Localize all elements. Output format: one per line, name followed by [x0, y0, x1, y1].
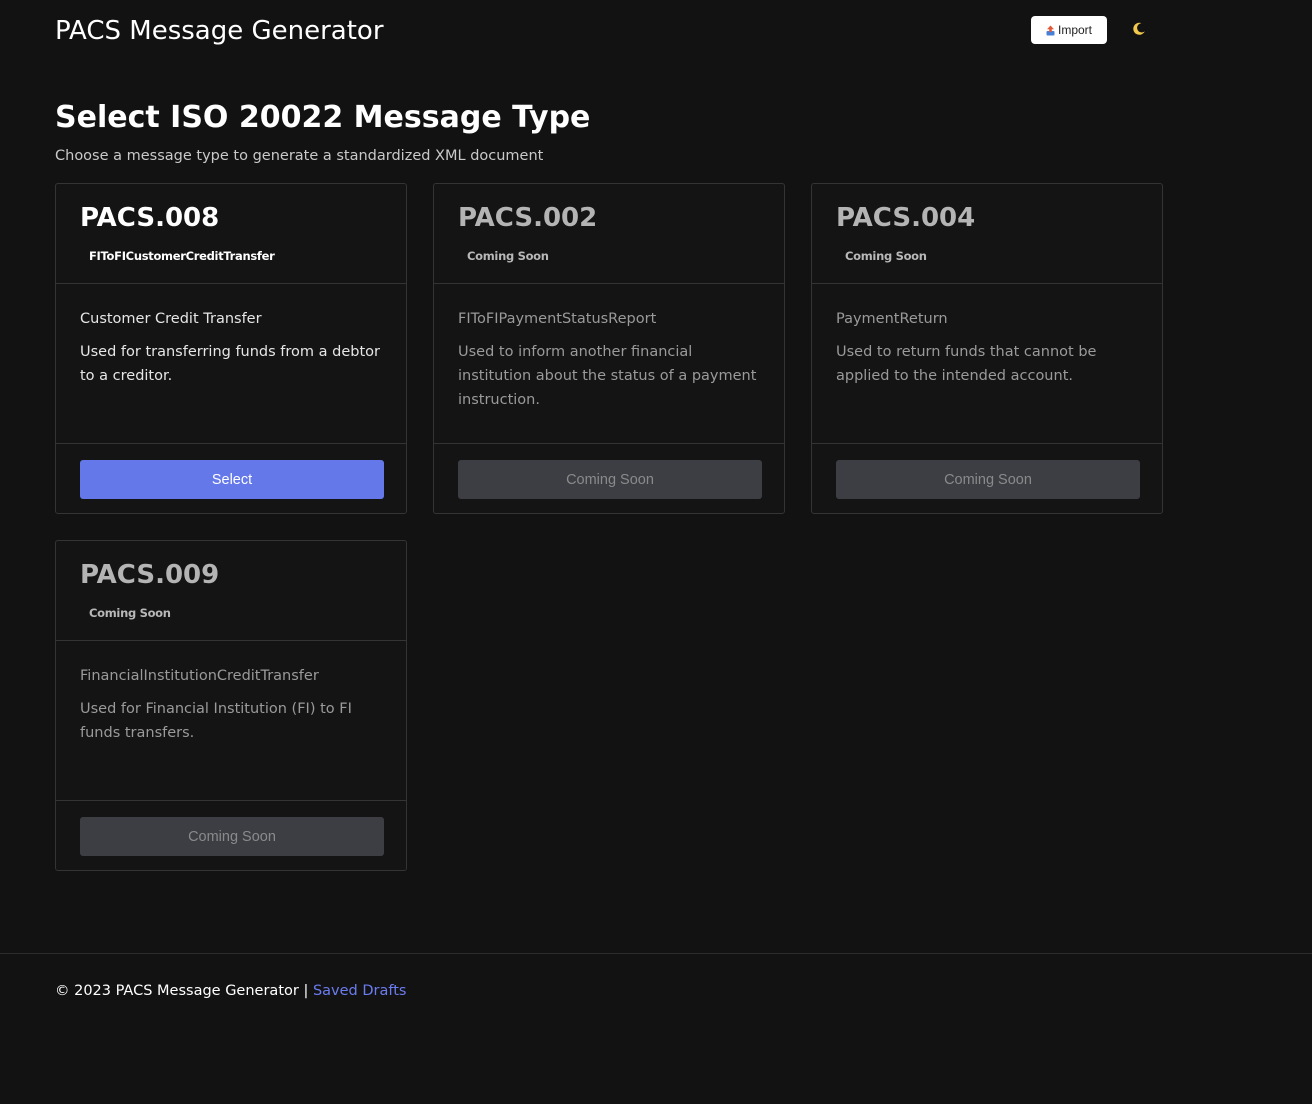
footer-divider: [0, 953, 1312, 954]
crescent-moon-icon: [1132, 21, 1146, 40]
coming-soon-button[interactable]: Coming Soon: [80, 817, 384, 856]
footer: © 2023 PACS Message Generator | Saved Dr…: [55, 980, 406, 1002]
message-card-pacs-008: PACS.008 FIToFICustomerCreditTransfer Cu…: [55, 183, 407, 514]
card-header: PACS.002 Coming Soon: [434, 184, 784, 284]
card-header: PACS.008 FIToFICustomerCreditTransfer: [56, 184, 406, 284]
message-card-pacs-004: PACS.004 Coming Soon PaymentReturn Used …: [811, 183, 1163, 514]
message-card-pacs-002: PACS.002 Coming Soon FIToFIPaymentStatus…: [433, 183, 785, 514]
page-title: Select ISO 20022 Message Type: [55, 100, 591, 135]
card-badge: Coming Soon: [89, 606, 171, 620]
coming-soon-button[interactable]: Coming Soon: [836, 460, 1140, 499]
card-code: PACS.002: [458, 203, 598, 233]
card-badge: Coming Soon: [845, 249, 927, 263]
card-header: PACS.009 Coming Soon: [56, 541, 406, 641]
card-description: Used for Financial Institution (FI) to F…: [80, 701, 352, 741]
card-code: PACS.008: [80, 203, 220, 233]
card-description: Used to return funds that cannot be appl…: [836, 344, 1097, 384]
card-name: FIToFIPaymentStatusReport: [458, 311, 657, 327]
card-description: Used for transferring funds from a debto…: [80, 344, 380, 384]
card-code: PACS.009: [80, 560, 220, 590]
message-card-pacs-009: PACS.009 Coming Soon FinancialInstitutio…: [55, 540, 407, 871]
import-button[interactable]: Import: [1031, 16, 1107, 44]
footer-copyright: © 2023 PACS Message Generator |: [55, 983, 309, 999]
saved-drafts-link[interactable]: Saved Drafts: [313, 983, 407, 999]
coming-soon-button[interactable]: Coming Soon: [458, 460, 762, 499]
upload-icon: [1046, 25, 1055, 36]
card-body: Customer Credit Transfer Used for transf…: [56, 284, 406, 444]
page-subtitle: Choose a message type to generate a stan…: [55, 148, 544, 164]
select-button[interactable]: Select: [80, 460, 384, 499]
card-body: PaymentReturn Used to return funds that …: [812, 284, 1162, 444]
card-name: PaymentReturn: [836, 311, 948, 327]
card-header: PACS.004 Coming Soon: [812, 184, 1162, 284]
card-body: FIToFIPaymentStatusReport Used to inform…: [434, 284, 784, 444]
card-code: PACS.004: [836, 203, 976, 233]
card-badge: FIToFICustomerCreditTransfer: [89, 249, 275, 263]
card-body: FinancialInstitutionCreditTransfer Used …: [56, 641, 406, 801]
card-name: FinancialInstitutionCreditTransfer: [80, 668, 319, 684]
theme-toggle[interactable]: [1128, 18, 1150, 42]
app-title: PACS Message Generator: [55, 16, 384, 46]
card-name: Customer Credit Transfer: [80, 311, 262, 327]
app-header: PACS Message Generator Import: [0, 0, 1312, 64]
import-button-label: Import: [1057, 23, 1092, 37]
card-description: Used to inform another financial institu…: [458, 344, 757, 408]
card-badge: Coming Soon: [467, 249, 549, 263]
